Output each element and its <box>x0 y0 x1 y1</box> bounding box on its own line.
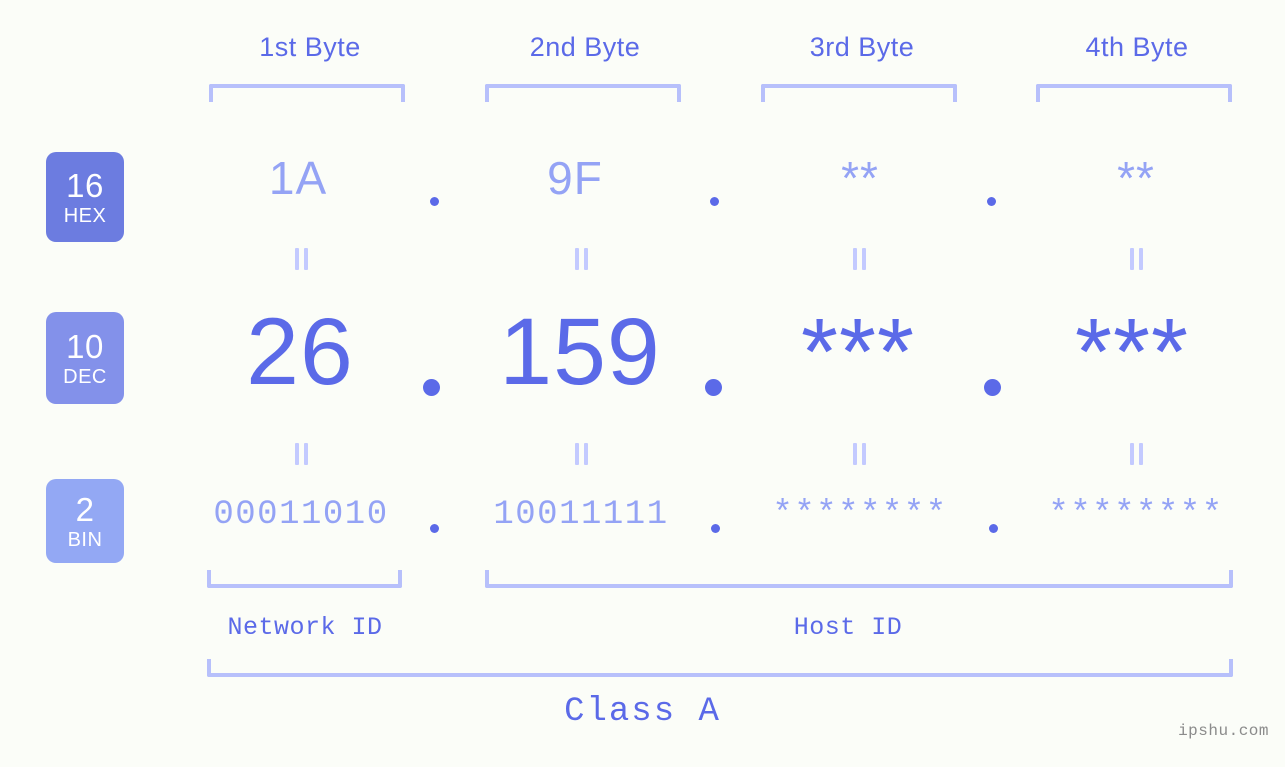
dec-byte-2: 159 <box>499 299 661 405</box>
hex-byte-2: 9F <box>547 152 603 204</box>
radix-badge-dec-name: DEC <box>63 365 107 388</box>
radix-badge-hex-name: HEX <box>63 204 107 227</box>
class-bracket <box>207 659 1233 677</box>
bin-byte-2: 10011111 <box>493 496 669 534</box>
dec-separator-dot-2 <box>705 379 722 396</box>
hex-byte-4: ** <box>1117 152 1155 204</box>
bin-separator-dot-2 <box>711 524 720 533</box>
bin-byte-4: ******** <box>1048 496 1224 534</box>
radix-badge-hex: 16 HEX <box>46 152 124 242</box>
site-watermark: ipshu.com <box>1178 722 1269 740</box>
byte-bracket-4 <box>1036 84 1232 102</box>
host-id-bracket <box>485 570 1233 588</box>
hex-byte-1: 1A <box>268 152 328 204</box>
network-id-label: Network ID <box>227 613 383 642</box>
hex-separator-dot-2 <box>710 197 719 206</box>
dec-byte-1: 26 <box>246 299 354 405</box>
host-id-label: Host ID <box>793 613 903 642</box>
class-label: Class A <box>564 693 721 731</box>
radix-badge-bin: 2 BIN <box>46 479 124 563</box>
byte-header-4: 4th Byte <box>1085 32 1189 62</box>
dec-separator-dot-3 <box>984 379 1001 396</box>
byte-header-1: 1st Byte <box>259 32 361 62</box>
network-id-bracket <box>207 570 402 588</box>
ip-breakdown-diagram: 1st Byte 2nd Byte 3rd Byte 4th Byte 16 H… <box>0 0 1285 767</box>
dec-separator-dot-1 <box>423 379 440 396</box>
radix-badge-dec: 10 DEC <box>46 312 124 404</box>
byte-header-3: 3rd Byte <box>809 32 915 62</box>
connector-hex-dec-4 <box>1125 248 1147 270</box>
radix-badge-bin-name: BIN <box>67 528 103 551</box>
radix-badge-dec-number: 10 <box>66 327 104 365</box>
bin-separator-dot-1 <box>430 524 439 533</box>
bin-separator-dot-3 <box>989 524 998 533</box>
connector-dec-bin-1 <box>290 443 312 465</box>
connector-dec-bin-2 <box>570 443 592 465</box>
hex-byte-3: ** <box>841 152 879 204</box>
byte-bracket-1 <box>209 84 405 102</box>
hex-separator-dot-3 <box>987 197 996 206</box>
connector-dec-bin-4 <box>1125 443 1147 465</box>
connector-hex-dec-3 <box>848 248 870 270</box>
connector-hex-dec-1 <box>290 248 312 270</box>
bin-byte-1: 00011010 <box>213 496 389 534</box>
byte-bracket-2 <box>485 84 681 102</box>
hex-separator-dot-1 <box>430 197 439 206</box>
byte-header-2: 2nd Byte <box>529 32 641 62</box>
connector-dec-bin-3 <box>848 443 870 465</box>
connector-hex-dec-2 <box>570 248 592 270</box>
byte-bracket-3 <box>761 84 957 102</box>
radix-badge-bin-number: 2 <box>75 490 95 528</box>
radix-badge-hex-number: 16 <box>66 166 104 204</box>
dec-byte-4: *** <box>1075 299 1189 405</box>
dec-byte-3: *** <box>801 299 915 405</box>
bin-byte-3: ******** <box>772 496 948 534</box>
